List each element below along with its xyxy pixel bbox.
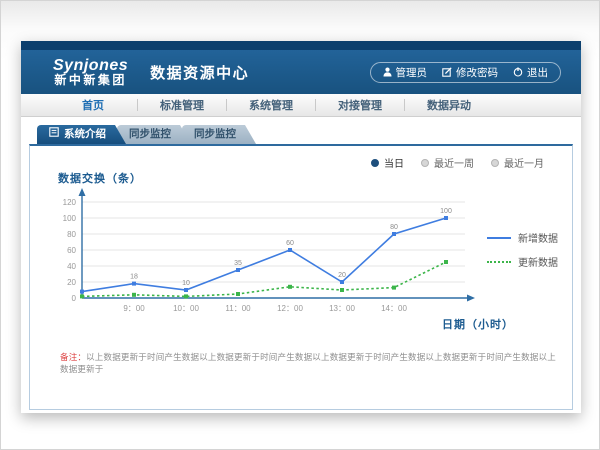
time-range-filter: 当日 最近一周 最近一月 xyxy=(371,155,544,170)
radio-icon xyxy=(421,159,429,167)
page-title: 数据资源中心 xyxy=(150,62,249,83)
radio-label: 最近一周 xyxy=(434,155,474,170)
legend-line-sample xyxy=(487,261,511,263)
change-password-label: 修改密码 xyxy=(456,65,498,80)
footnote: 备注：以上数据更新于时间产生数据以上数据更新于时间产生数据以上数据更新于时间产生… xyxy=(60,351,558,375)
nav-item-home[interactable]: 首页 xyxy=(49,97,137,113)
chart-panel: 当日 最近一周 最近一月 数据交换（条） 0 20 40 60 80 100 120 9：00… xyxy=(29,144,573,410)
header: Synjones 新中新集团 数据资源中心 管理员 修改密码 xyxy=(21,50,581,94)
x-axis-title: 日期（小时） xyxy=(442,316,514,332)
x-tick-label: 10：00 xyxy=(173,304,199,313)
app-window: Synjones 新中新集团 数据资源中心 管理员 修改密码 xyxy=(21,41,581,413)
radio-today[interactable]: 当日 xyxy=(371,155,404,170)
data-point xyxy=(132,293,136,297)
data-point xyxy=(340,288,344,292)
data-point-label: 60 xyxy=(286,240,294,247)
data-point xyxy=(444,260,448,264)
data-point-label: 35 xyxy=(234,260,242,267)
data-point xyxy=(444,216,448,220)
data-point xyxy=(236,292,240,296)
radio-last-month[interactable]: 最近一月 xyxy=(491,155,544,170)
current-user-label: 管理员 xyxy=(396,65,428,80)
tab-system-intro[interactable]: 系统介绍 xyxy=(37,125,126,144)
radio-icon xyxy=(371,159,379,167)
current-user-button[interactable]: 管理员 xyxy=(383,65,428,80)
logout-button[interactable]: 退出 xyxy=(513,65,548,80)
y-tick-label: 20 xyxy=(67,278,76,287)
y-tick-label: 100 xyxy=(63,214,77,223)
data-point xyxy=(340,280,344,284)
logo-company-name: 新中新集团 xyxy=(53,74,128,87)
legend-label: 新增数据 xyxy=(518,230,558,245)
footnote-text: 以上数据更新于时间产生数据以上数据更新于时间产生数据以上数据更新于时间产生数据以… xyxy=(60,352,556,374)
data-point xyxy=(132,282,136,286)
screenshot-frame: Synjones 新中新集团 数据资源中心 管理员 修改密码 xyxy=(0,0,600,450)
logo-brand-text: Synjones xyxy=(53,57,128,75)
tab-label: 系统介绍 xyxy=(64,125,106,144)
data-point xyxy=(80,290,84,294)
x-tick-label: 9：00 xyxy=(123,304,145,313)
header-top-strip xyxy=(21,41,581,50)
nav-item-data-changes[interactable]: 数据异动 xyxy=(405,97,493,113)
y-tick-label: 120 xyxy=(63,198,77,207)
data-point xyxy=(236,268,240,272)
tab-sync-monitor-1[interactable]: 同步监控 xyxy=(117,125,191,144)
y-axis-title: 数据交换（条） xyxy=(58,170,142,186)
data-point xyxy=(184,288,188,292)
legend-item-new-data: 新增数据 xyxy=(487,230,558,245)
data-point-label: 20 xyxy=(338,272,346,279)
x-axis-arrow xyxy=(467,295,475,302)
x-tick-label: 12：00 xyxy=(277,304,303,313)
y-axis-arrow xyxy=(79,188,86,196)
data-point xyxy=(288,285,292,289)
change-password-button[interactable]: 修改密码 xyxy=(442,65,498,80)
data-point xyxy=(288,248,292,252)
legend-label: 更新数据 xyxy=(518,254,558,269)
y-tick-label: 60 xyxy=(67,246,76,255)
data-point-label: 18 xyxy=(130,274,138,281)
radio-label: 最近一月 xyxy=(504,155,544,170)
radio-last-week[interactable]: 最近一周 xyxy=(421,155,474,170)
nav-item-interface-mgmt[interactable]: 对接管理 xyxy=(316,97,404,113)
data-point-label: 80 xyxy=(390,224,398,231)
logout-label: 退出 xyxy=(527,65,548,80)
main-nav: 首页 标准管理 系统管理 对接管理 数据异动 xyxy=(21,94,581,117)
user-toolbar: 管理员 修改密码 退出 xyxy=(370,62,562,83)
document-icon xyxy=(49,125,59,144)
tab-label: 同步监控 xyxy=(194,125,236,144)
data-point xyxy=(184,294,188,298)
x-tick-label: 13：00 xyxy=(329,304,355,313)
data-point xyxy=(392,232,396,236)
data-point xyxy=(392,286,396,290)
content-area: 系统介绍 同步监控 同步监控 当日 最近一周 xyxy=(21,117,581,413)
company-logo: Synjones 新中新集团 xyxy=(53,57,128,88)
tab-sync-monitor-2[interactable]: 同步监控 xyxy=(182,125,256,144)
line-chart: 0 20 40 60 80 100 120 9：00 10：00 11：00 12：00 13：00 1… xyxy=(52,186,502,328)
nav-item-system-mgmt[interactable]: 系统管理 xyxy=(227,97,315,113)
y-tick-label: 40 xyxy=(67,262,76,271)
edit-icon xyxy=(442,67,452,77)
x-tick-label: 14：00 xyxy=(381,304,407,313)
radio-label: 当日 xyxy=(384,155,404,170)
tab-label: 同步监控 xyxy=(129,125,171,144)
tab-bar: 系统介绍 同步监控 同步监控 xyxy=(37,125,247,144)
data-point-label: 10 xyxy=(182,280,190,287)
user-icon xyxy=(383,67,392,77)
nav-item-standard-mgmt[interactable]: 标准管理 xyxy=(138,97,226,113)
power-icon xyxy=(513,67,523,77)
x-tick-label: 11：00 xyxy=(225,304,251,313)
legend-line-sample xyxy=(487,237,511,239)
radio-icon xyxy=(491,159,499,167)
y-tick-label: 0 xyxy=(72,294,77,303)
data-point xyxy=(80,294,84,298)
data-point-label: 100 xyxy=(440,208,452,215)
legend-item-updated-data: 更新数据 xyxy=(487,254,558,269)
footnote-prefix: 备注： xyxy=(60,352,86,362)
y-tick-label: 80 xyxy=(67,230,76,239)
chart-legend: 新增数据 更新数据 xyxy=(487,230,558,278)
